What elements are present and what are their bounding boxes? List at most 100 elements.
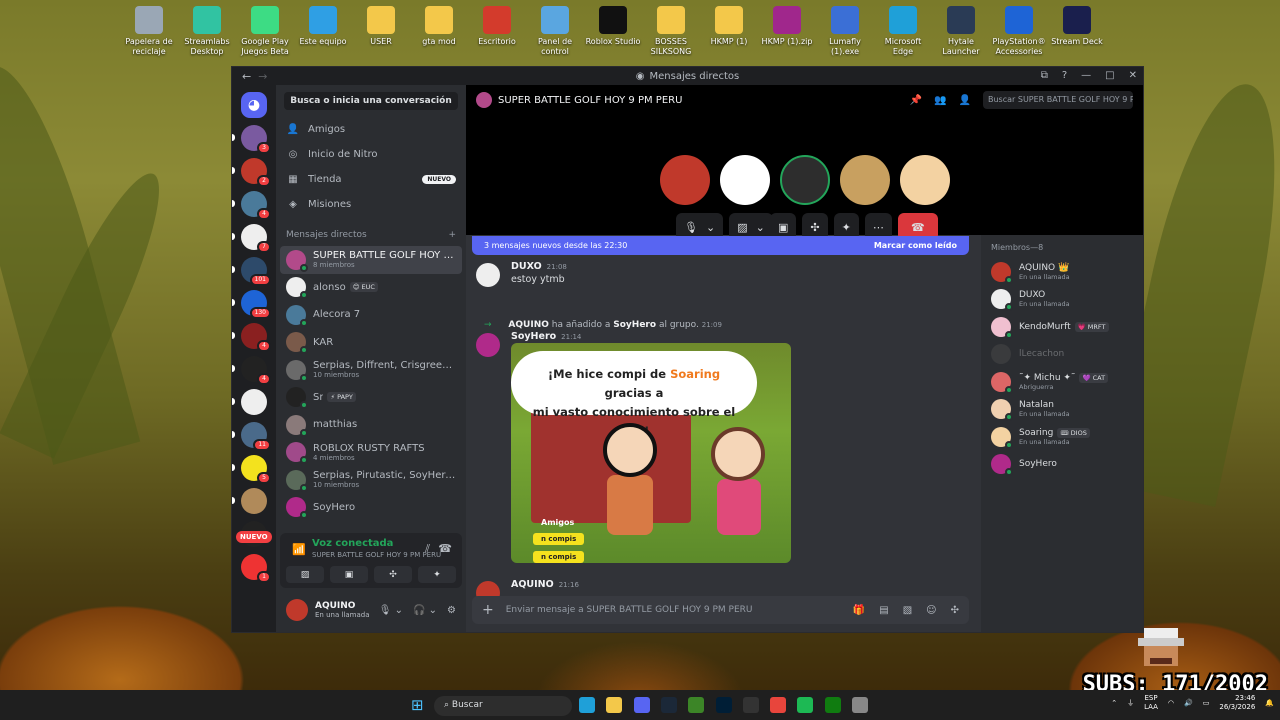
minimize-button[interactable]: — [1081, 70, 1091, 81]
voice-channel[interactable]: SUPER BATTLE GOLF HOY 9 PM PERU [312, 551, 441, 559]
server-icon[interactable]: 4 [232, 191, 271, 220]
call-participant-avatar[interactable] [840, 155, 890, 205]
avatar[interactable] [476, 333, 500, 357]
add-member-icon[interactable]: 👥 [934, 95, 946, 106]
dm-item[interactable]: KAR [280, 329, 462, 357]
server-icon[interactable] [232, 488, 267, 514]
chevron-up-icon[interactable]: ⌃ [1111, 699, 1117, 707]
member-item[interactable]: KendoMurft 💗 MRFT [991, 313, 1133, 341]
wifi-icon[interactable]: ◠ [1168, 699, 1174, 707]
members-icon[interactable]: 👤 [959, 95, 971, 106]
edge-icon[interactable] [579, 697, 595, 713]
server-icon[interactable]: 5 [232, 455, 271, 484]
server-icon[interactable]: 4 [232, 356, 271, 385]
activities-button[interactable]: ✣ [374, 566, 412, 583]
avatar[interactable] [286, 599, 308, 621]
call-participant-avatar[interactable] [660, 155, 710, 205]
notification-icon[interactable]: 🔔 [1265, 699, 1274, 707]
desktop-icon[interactable]: Lumafly (1).exe [816, 4, 874, 57]
disconnect-icon[interactable]: ☎ [438, 542, 452, 555]
member-item[interactable]: SoyHero [991, 451, 1133, 479]
sticker-icon[interactable]: ▧ [903, 605, 912, 616]
headphones-icon[interactable]: 🎧 ⌄ [413, 605, 437, 616]
discord-icon[interactable] [633, 697, 650, 713]
desktop-icon[interactable]: Escritorio [468, 4, 526, 57]
noise-suppression-icon[interactable]: ⫽ [425, 542, 430, 556]
dm-item[interactable]: Serpias, Diffrent, Crisgreen, Pir...10 m… [280, 356, 462, 384]
dm-item[interactable]: SUPER BATTLE GOLF HOY 9 P... 8 miembros [280, 246, 462, 274]
usb-icon[interactable]: ⏚ [1127, 698, 1134, 708]
emoji-icon[interactable]: ☺ [926, 605, 936, 616]
member-item[interactable]: lLecachon [991, 341, 1133, 369]
member-item[interactable]: ˜✦ Michu ✦˜ 💜 CAT Abriguerra [991, 368, 1133, 396]
desktop-icon[interactable]: USER [352, 4, 410, 57]
desktop-icon[interactable]: gta mod [410, 4, 468, 57]
desktop-icon[interactable]: HKMP (1) [700, 4, 758, 57]
desktop-icon[interactable]: Microsoft Edge [874, 4, 932, 57]
dm-item[interactable]: ROBLOX RUSTY RAFTS 4 miembros [280, 439, 462, 467]
mark-read-button[interactable]: Marcar como leído [874, 241, 957, 250]
desktop-icon[interactable]: Este equipo [294, 4, 352, 57]
desktop-icon[interactable]: BOSSES SILKSONG [642, 4, 700, 57]
member-item[interactable]: AQUINO 👑 En una llamada [991, 258, 1133, 286]
desktop-icon[interactable]: Google Play Juegos Beta [236, 4, 294, 57]
server-icon[interactable]: 4 [232, 323, 271, 352]
forward-button[interactable]: → [258, 70, 267, 83]
message-author[interactable]: DUXO [511, 261, 542, 272]
member-item[interactable]: DUXO En una llamada [991, 286, 1133, 314]
close-button[interactable]: ✕ [1129, 70, 1137, 81]
message-author[interactable]: AQUINO [511, 579, 554, 590]
taskbar-search[interactable]: ⌕ Buscar [434, 696, 572, 716]
screenshare-button[interactable]: ▣ [330, 566, 368, 583]
dm-item[interactable]: Alecora 7 [280, 301, 462, 329]
new-messages-banner[interactable]: 3 mensajes nuevos desde las 22:30 Marcar… [472, 236, 969, 255]
camera-button[interactable]: ▨ [286, 566, 324, 583]
desktop-icon[interactable]: Panel de control [526, 4, 584, 57]
member-item[interactable]: Natalan En una llamada [991, 396, 1133, 424]
desktop-icon[interactable]: PlayStation® Accessories [990, 4, 1048, 57]
home-button[interactable]: ◕ [241, 92, 267, 118]
obs-icon[interactable] [742, 697, 759, 713]
xbox-icon[interactable] [824, 697, 841, 713]
dm-item[interactable]: Serpias, Pirutastic, SoyHero, Sh...10 mi… [280, 466, 462, 494]
dm-item[interactable]: SoyHero [280, 494, 462, 522]
add-attachment-icon[interactable]: + [482, 602, 494, 618]
nav-item-shop[interactable]: ▦ Tienda NUEVO [276, 167, 466, 192]
pin-icon[interactable]: 📌 [910, 95, 922, 106]
start-button[interactable]: ⊞ [411, 697, 427, 713]
desktop-icon[interactable]: Hytale Launcher [932, 4, 990, 57]
new-badge[interactable]: NUEVO [236, 531, 272, 543]
call-participant-avatar[interactable] [900, 155, 950, 205]
composer-input[interactable]: Enviar mensaje a SUPER BATTLE GOLF HOY 9… [506, 605, 753, 615]
desktop-icon[interactable]: Stream Deck [1048, 4, 1106, 57]
soundboard-button[interactable]: ✦ [418, 566, 456, 583]
nav-item-quests[interactable]: ◈ Misiones [276, 192, 466, 217]
server-icon[interactable]: 2 [232, 158, 271, 187]
minecraft-icon[interactable] [688, 697, 705, 713]
language-indicator[interactable]: ESP LAA [1144, 694, 1158, 712]
chrome-icon[interactable] [770, 697, 787, 713]
gif-icon[interactable]: ▤ [879, 605, 888, 616]
system-target[interactable]: SoyHero [613, 320, 656, 330]
help-icon[interactable]: ? [1062, 70, 1067, 81]
server-icon[interactable] [232, 389, 267, 415]
microphone-icon[interactable]: 🎙 ⌄ [379, 605, 403, 616]
clock[interactable]: 23:46 26/3/2026 [1219, 694, 1255, 712]
steam-icon[interactable] [660, 697, 677, 713]
desktop-icon[interactable]: HKMP (1).zip [758, 4, 816, 57]
apps-icon[interactable]: ✣ [951, 605, 959, 616]
call-participant-avatar[interactable] [780, 155, 830, 205]
call-participant-avatar[interactable] [720, 155, 770, 205]
member-item[interactable]: Soaring 🎟 DIOS En una llamada [991, 423, 1133, 451]
dm-item[interactable]: alonso 😊 EUC [280, 274, 462, 302]
channel-name[interactable]: SUPER BATTLE GOLF HOY 9 PM PERU [498, 95, 682, 106]
message-author[interactable]: SoyHero [511, 331, 556, 342]
spotify-icon[interactable] [797, 697, 814, 713]
gift-icon[interactable]: 🎁 [853, 605, 865, 616]
message-composer[interactable]: + Enviar mensaje a SUPER BATTLE GOLF HOY… [472, 596, 969, 624]
gear-icon[interactable]: ⚙ [447, 605, 456, 616]
nav-item-friends[interactable]: 👤 Amigos [276, 117, 466, 142]
volume-icon[interactable]: 🔊 [1184, 699, 1193, 707]
server-icon[interactable]: 11 [232, 422, 271, 451]
photoshop-icon[interactable] [715, 697, 732, 713]
